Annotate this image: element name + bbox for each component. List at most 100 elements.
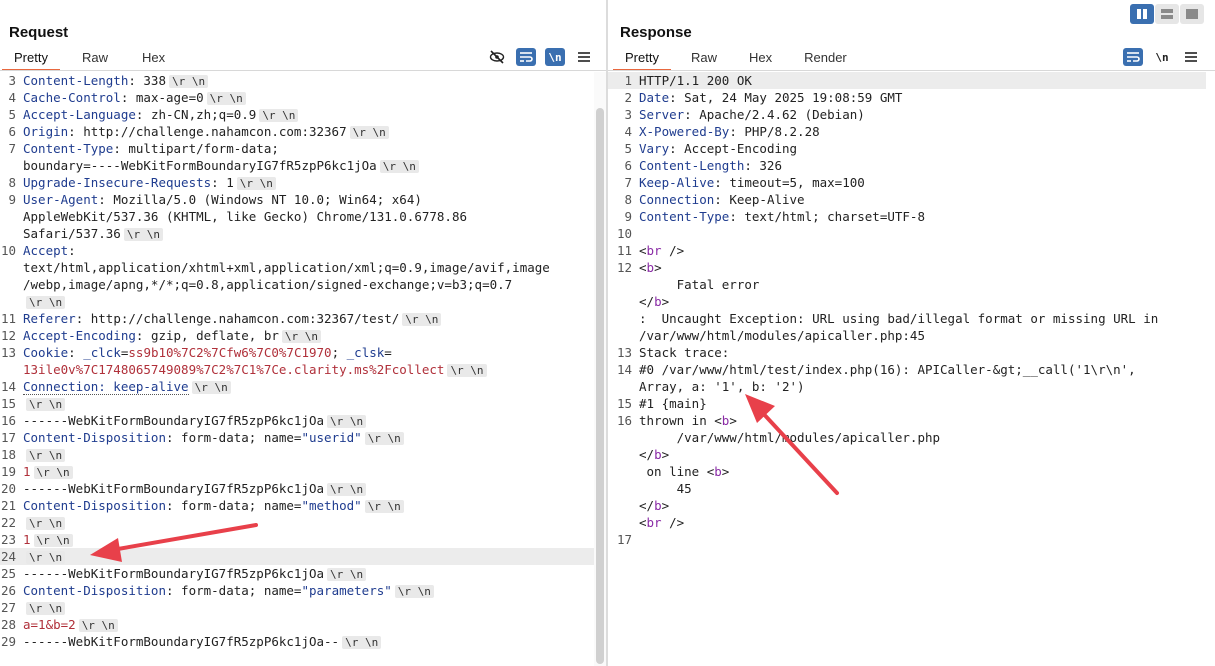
code-line: 13ile0v%7C1748065749089%7C2%7C1%7Ce.clar… [0, 361, 594, 378]
code-line: /webp,image/apng,*/*;q=0.8,application/s… [0, 276, 594, 293]
line-text: thrown in <b> [635, 412, 737, 429]
token: Safari/537.36 [23, 226, 121, 241]
line-text: Accept-Language: zh-CN,zh;q=0.9 \r \n [19, 106, 299, 123]
code-line: 2 Date: Sat, 24 May 2025 19:08:59 GMT [608, 89, 1206, 106]
newline-marker: \r \n [327, 483, 367, 496]
show-newlines-icon: \n [548, 50, 562, 64]
token: Server [639, 107, 685, 122]
wrap-lines-button[interactable] [516, 48, 536, 66]
code-line: Array, a: '1', b: '2') [608, 378, 1206, 395]
request-tab-raw[interactable]: Raw [70, 49, 120, 71]
token: AppleWebKit/537.36 (KHTML, like Gecko) C… [23, 209, 468, 224]
request-scrollbar[interactable] [594, 72, 606, 666]
code-line: 26 Content-Disposition: form-data; name="… [0, 582, 594, 599]
token: : form-data; name= [166, 430, 302, 445]
line-number: 7 [8, 141, 16, 156]
line-text: ------WebKitFormBoundaryIG7fR5zpP6kc1jOa… [19, 480, 367, 497]
line-number: 18 [0, 447, 16, 462]
newline-marker: \r \n [379, 160, 419, 173]
code-line: </b> [608, 293, 1206, 310]
line-number: 9 [8, 192, 16, 207]
token: Accept-Language [23, 107, 136, 122]
token: Keep-Alive [639, 175, 715, 190]
code-line: 6 Content-Length: 326 [608, 157, 1206, 174]
token: b [654, 294, 662, 309]
request-editor[interactable]: 3 Content-Length: 338 \r \n 4 Cache-Control:… [0, 72, 594, 650]
response-tab-pretty[interactable]: Pretty [613, 49, 671, 71]
show-newlines-button[interactable]: \n [545, 48, 565, 66]
token: /var/www/html/modules/apicaller.php [639, 430, 941, 445]
tab-divider [0, 70, 606, 71]
newline-marker: \r \n [259, 109, 299, 122]
code-line: 16 ------WebKitFormBoundaryIG7fR5zpP6kc1j… [0, 412, 594, 429]
line-number: 17 [0, 430, 16, 445]
token: : Mozilla/5.0 (Windows NT 10.0; Win64; x… [98, 192, 422, 207]
line-text: 1 \r \n [19, 531, 73, 548]
token: : text/html; charset=UTF-8 [729, 209, 925, 224]
line-text: Content-Type: multipart/form-data; [19, 140, 279, 157]
code-line: 45 [608, 480, 1206, 497]
token: < [639, 515, 647, 530]
response-tab-render[interactable]: Render [792, 49, 859, 71]
code-line: boundary=----WebKitFormBoundaryIG7fR5zpP… [0, 157, 594, 174]
response-tab-hex[interactable]: Hex [737, 49, 784, 71]
code-line: 15 #1 {main} [608, 395, 1206, 412]
token: a=1&b=2 [23, 617, 76, 632]
line-number: 11 [616, 243, 632, 258]
line-number: 22 [0, 515, 16, 530]
newline-marker: \r \n [364, 432, 404, 445]
line-text: Array, a: '1', b: '2') [635, 378, 805, 395]
newline-marker: \r \n [78, 619, 118, 632]
wrap-lines-icon [518, 50, 534, 64]
show-newlines-button[interactable]: \n [1152, 48, 1172, 66]
line-number: 21 [0, 498, 16, 513]
line-text: boundary=----WebKitFormBoundaryIG7fR5zpP… [19, 157, 419, 174]
line-text: AppleWebKit/537.36 (KHTML, like Gecko) C… [19, 208, 467, 225]
wrap-lines-button[interactable] [1123, 48, 1143, 66]
request-tab-hex[interactable]: Hex [130, 49, 177, 71]
line-number [0, 276, 19, 293]
request-toolbar: \n [487, 48, 594, 66]
code-line: 10 [608, 225, 1206, 242]
newline-marker: \r \n [236, 177, 276, 190]
token: /webp,image/apng,*/*;q=0.8,application/s… [23, 277, 513, 292]
request-tab-pretty[interactable]: Pretty [2, 49, 60, 71]
response-tab-raw[interactable]: Raw [679, 49, 729, 71]
rows-layout-button[interactable] [1155, 4, 1179, 24]
line-text: Content-Disposition: form-data; name="me… [19, 497, 404, 514]
response-editor[interactable]: 1 HTTP/1.1 200 OK 2 Date: Sat, 24 May 2025 … [608, 72, 1206, 548]
newline-marker: \r \n [33, 534, 73, 547]
token: Content-Type [639, 209, 730, 224]
line-text: ------WebKitFormBoundaryIG7fR5zpP6kc1jOa… [19, 412, 367, 429]
token: "method" [301, 498, 362, 513]
code-line: 5 Accept-Language: zh-CN,zh;q=0.9 \r \n [0, 106, 594, 123]
line-number [608, 446, 635, 463]
line-number: 10 [0, 243, 16, 258]
line-number: 5 [624, 141, 632, 156]
menu-button[interactable] [1181, 48, 1201, 66]
code-line: 17 Content-Disposition: form-data; name="… [0, 429, 594, 446]
token: Cookie [23, 345, 69, 360]
newline-marker: \r \n [394, 585, 434, 598]
columns-layout-button[interactable] [1130, 4, 1154, 24]
line-number: 4 [8, 90, 16, 105]
menu-button[interactable] [574, 48, 594, 66]
code-line: 29 ------WebKitFormBoundaryIG7fR5zpP6kc1j… [0, 633, 594, 650]
line-number [0, 208, 19, 225]
token: /> [661, 515, 685, 530]
line-text: Content-Type: text/html; charset=UTF-8 [635, 208, 925, 225]
newline-marker: \r \n [342, 636, 382, 649]
line-number: 2 [624, 90, 632, 105]
line-number [608, 276, 635, 293]
token: ------WebKitFormBoundaryIG7fR5zpP6kc1jOa [23, 566, 325, 581]
line-text: Content-Length: 326 [635, 157, 782, 174]
hide-nonprinting-button[interactable] [487, 48, 507, 66]
line-text: on line <b> [635, 463, 730, 480]
line-number: 14 [0, 379, 16, 394]
token: : Apache/2.4.62 (Debian) [684, 107, 865, 122]
scrollbar-thumb[interactable] [596, 108, 604, 664]
token: = [384, 345, 392, 360]
single-pane-layout-button[interactable] [1180, 4, 1204, 24]
token: ------WebKitFormBoundaryIG7fR5zpP6kc1jOa… [23, 634, 340, 649]
newline-marker: \r \n [327, 568, 367, 581]
